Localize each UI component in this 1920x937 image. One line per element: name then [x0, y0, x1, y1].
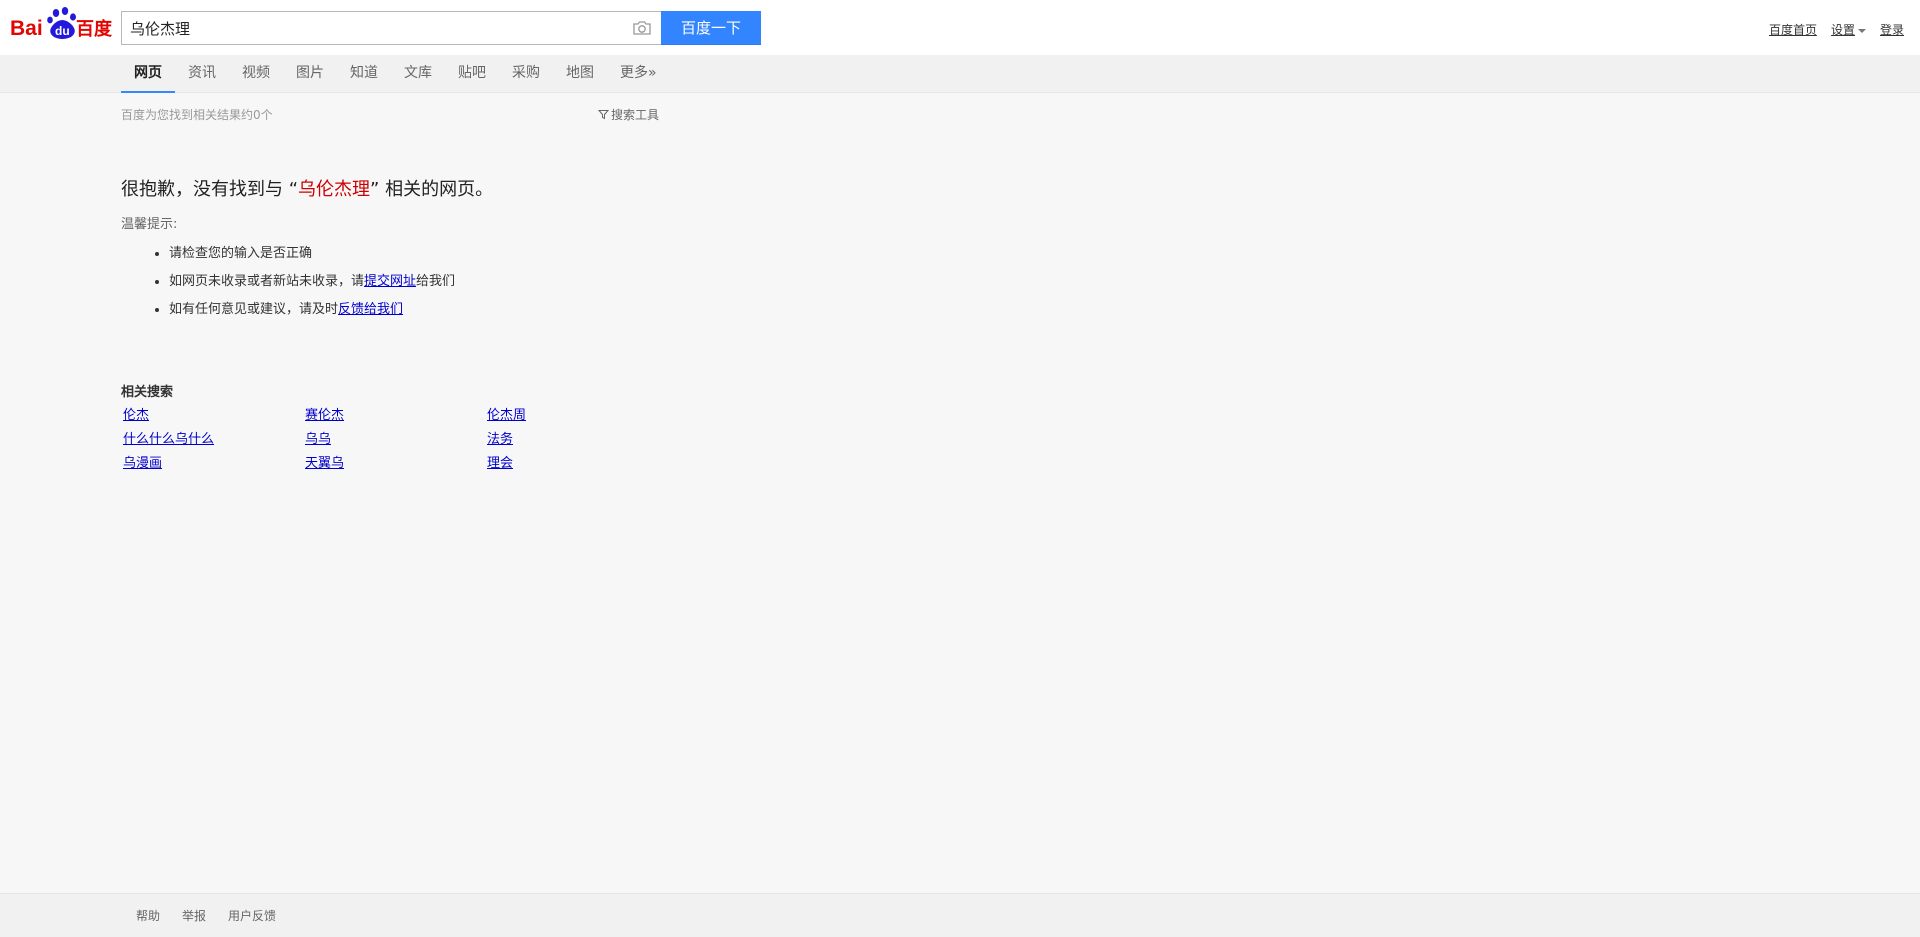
related-link[interactable]: 法务: [485, 431, 667, 449]
baidu-logo-icon: Bai du 百度: [10, 7, 113, 40]
tab-zhidao[interactable]: 知道: [337, 55, 391, 93]
tip-text: 请检查您的输入是否正确: [169, 246, 313, 261]
user-feedback-link[interactable]: 用户反馈: [228, 907, 276, 924]
tip-text: 如网页未收录或者新站未收录，请: [169, 274, 365, 289]
no-result-suffix: ” 相关的网页。: [370, 179, 494, 200]
baidu-home-link[interactable]: 百度首页: [1769, 21, 1817, 37]
tab-map[interactable]: 地图: [553, 55, 607, 93]
svg-text:Bai: Bai: [10, 17, 43, 40]
header: Bai du 百度 百度一下 百度首页 设置 登录: [0, 0, 1920, 55]
tip-text: 给我们: [416, 274, 456, 289]
tab-web[interactable]: 网页: [121, 55, 175, 93]
tip-item: 请检查您的输入是否正确: [169, 240, 921, 268]
search-box: [121, 11, 662, 45]
tip-item: 如网页未收录或者新站未收录，请提交网址给我们: [169, 268, 921, 296]
tab-wenku[interactable]: 文库: [391, 55, 445, 93]
result-count: 百度为您找到相关结果约0个: [121, 108, 273, 122]
tab-procurement[interactable]: 采购: [499, 55, 553, 93]
filter-icon: [597, 110, 609, 120]
svg-text:百度: 百度: [76, 18, 113, 40]
tab-tieba[interactable]: 贴吧: [445, 55, 499, 93]
tip-item: 如有任何意见或建议，请及时反馈给我们: [169, 296, 921, 324]
help-link[interactable]: 帮助: [136, 907, 160, 924]
related-link[interactable]: 赛伦杰: [303, 407, 485, 425]
login-link[interactable]: 登录: [1880, 21, 1904, 37]
related-link[interactable]: 乌漫画: [121, 455, 303, 473]
related-link[interactable]: 伦杰周: [485, 407, 667, 425]
related-link[interactable]: 天翼乌: [303, 455, 485, 473]
search-tabs: 网页 资讯 视频 图片 知道 文库 贴吧 采购 地图 更多»: [0, 55, 1920, 93]
camera-icon[interactable]: [632, 20, 652, 36]
search-tools-label: 搜索工具: [610, 108, 659, 122]
no-result-panel: 很抱歉，没有找到与 “乌伦杰理” 相关的网页。 温馨提示: 请检查您的输入是否正…: [121, 178, 921, 324]
related-link[interactable]: 什么什么乌什么: [121, 431, 303, 449]
settings-menu[interactable]: 设置: [1831, 21, 1866, 37]
tips-list: 请检查您的输入是否正确 如网页未收录或者新站未收录，请提交网址给我们 如有任何意…: [121, 240, 921, 324]
related-grid: 伦杰 赛伦杰 伦杰周 什么什么乌什么 乌乌 法务 乌漫画 天翼乌 理会: [121, 407, 721, 473]
related-link[interactable]: 伦杰: [121, 407, 303, 425]
user-links: 百度首页 设置 登录: [1769, 21, 1904, 37]
search-button[interactable]: 百度一下: [661, 11, 761, 45]
report-link[interactable]: 举报: [182, 907, 206, 924]
tab-video[interactable]: 视频: [229, 55, 283, 93]
related-searches: 相关搜索 伦杰 赛伦杰 伦杰周 什么什么乌什么 乌乌 法务 乌漫画 天翼乌 理会: [121, 384, 721, 473]
svg-text:du: du: [55, 24, 70, 38]
related-link[interactable]: 理会: [485, 455, 667, 473]
search-tools-button[interactable]: 搜索工具: [597, 106, 659, 123]
results-meta: 百度为您找到相关结果约0个 搜索工具: [121, 106, 659, 122]
settings-link[interactable]: 设置: [1831, 23, 1855, 37]
chevron-down-icon: [1857, 28, 1866, 33]
tips-title: 温馨提示:: [121, 217, 178, 232]
tab-images[interactable]: 图片: [283, 55, 337, 93]
baidu-logo[interactable]: Bai du 百度: [10, 6, 114, 42]
tip-text: 如有任何意见或建议，请及时: [169, 302, 339, 317]
no-result-keyword: 乌伦杰理: [298, 179, 371, 200]
related-link[interactable]: 乌乌: [303, 431, 485, 449]
feedback-link[interactable]: 反馈给我们: [338, 302, 403, 317]
submit-url-link[interactable]: 提交网址: [364, 274, 416, 289]
no-result-heading: 很抱歉，没有找到与 “乌伦杰理” 相关的网页。: [121, 178, 921, 202]
tab-more[interactable]: 更多»: [607, 55, 670, 93]
tab-news[interactable]: 资讯: [175, 55, 229, 93]
footer: 帮助 举报 用户反馈: [0, 893, 1920, 937]
related-title: 相关搜索: [121, 385, 174, 400]
no-result-prefix: 很抱歉，没有找到与 “: [121, 179, 299, 200]
search-input[interactable]: [122, 12, 622, 44]
